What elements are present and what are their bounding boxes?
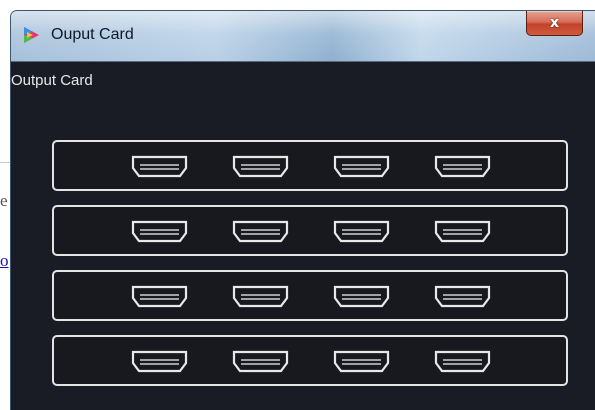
output-slot[interactable] <box>52 270 568 321</box>
output-card-window: Ouput Card x Output Card <box>10 10 595 410</box>
output-slot[interactable] <box>52 205 568 256</box>
hdmi-port-icon[interactable] <box>433 219 492 244</box>
title-bar[interactable]: Ouput Card x <box>11 11 595 61</box>
hdmi-port-icon[interactable] <box>130 284 189 309</box>
hdmi-port-icon[interactable] <box>231 154 290 179</box>
close-icon: x <box>549 15 560 31</box>
hdmi-port-icon[interactable] <box>231 219 290 244</box>
output-slot[interactable] <box>52 335 568 386</box>
hdmi-port-icon[interactable] <box>231 349 290 374</box>
hdmi-port-icon[interactable] <box>332 349 391 374</box>
hdmi-port-icon[interactable] <box>332 219 391 244</box>
app-icon <box>24 27 39 43</box>
client-area: Output Card <box>11 61 595 410</box>
hdmi-port-icon[interactable] <box>433 284 492 309</box>
output-slot[interactable] <box>52 140 568 191</box>
hdmi-port-icon[interactable] <box>130 349 189 374</box>
window-title: Ouput Card <box>51 26 134 43</box>
hdmi-port-icon[interactable] <box>130 219 189 244</box>
hdmi-port-icon[interactable] <box>332 154 391 179</box>
hdmi-port-icon[interactable] <box>433 154 492 179</box>
hdmi-port-icon[interactable] <box>332 284 391 309</box>
hdmi-port-icon[interactable] <box>231 284 290 309</box>
screen: e o Ouput Card x Output Card <box>0 0 595 410</box>
hdmi-port-icon[interactable] <box>433 349 492 374</box>
background-link-fragment[interactable]: o <box>0 251 9 271</box>
close-button[interactable]: x <box>526 11 583 36</box>
background-text-fragment: e <box>0 191 8 210</box>
panel-heading: Output Card <box>11 72 93 89</box>
hdmi-port-icon[interactable] <box>130 154 189 179</box>
